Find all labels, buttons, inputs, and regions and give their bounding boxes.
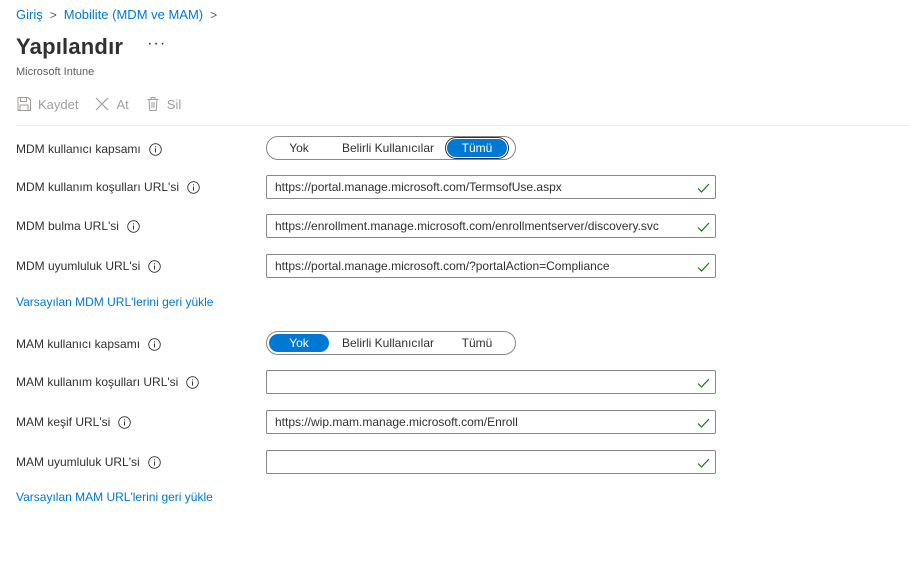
mam-discovery-input[interactable] xyxy=(267,412,695,432)
mdm-scope-option-some[interactable]: Belirli Kullanıcılar xyxy=(329,139,447,157)
close-icon xyxy=(96,97,109,111)
restore-mdm-urls-link[interactable]: Varsayılan MDM URL'lerini geri yükle xyxy=(16,295,213,309)
mam-compliance-row: MAM uyumluluk URL'si xyxy=(16,450,161,474)
mdm-terms-input[interactable] xyxy=(267,177,695,197)
mam-terms-label: MAM kullanım koşulları URL'si xyxy=(16,375,179,389)
discard-label: At xyxy=(116,96,129,112)
checkmark-icon xyxy=(697,260,710,278)
discard-button[interactable]: At xyxy=(94,96,129,112)
mam-terms-row: MAM kullanım koşulları URL'si xyxy=(16,370,200,394)
mdm-terms-label: MDM kullanım koşulları URL'si xyxy=(16,180,179,194)
delete-label: Sil xyxy=(166,96,182,112)
more-options-button[interactable]: ··· xyxy=(147,35,166,59)
info-icon[interactable] xyxy=(148,142,162,156)
info-icon[interactable] xyxy=(187,180,200,194)
mdm-compliance-input[interactable] xyxy=(267,256,695,276)
mdm-discovery-label: MDM bulma URL'si xyxy=(16,219,119,233)
mdm-terms-row: MDM kullanım koşulları URL'si xyxy=(16,175,200,199)
breadcrumb-mobility[interactable]: Mobilite (MDM ve MAM) xyxy=(64,7,203,22)
mam-scope-row: MAM kullanıcı kapsamı xyxy=(16,332,161,356)
page-title: Yapılandır xyxy=(16,34,124,59)
save-icon xyxy=(17,97,31,111)
mam-discovery-label: MAM keşif URL'si xyxy=(16,415,111,429)
checkmark-icon xyxy=(697,416,710,434)
info-icon[interactable] xyxy=(148,259,162,273)
command-bar: Kaydet At Sil xyxy=(16,96,197,112)
save-label: Kaydet xyxy=(38,96,79,112)
trash-icon xyxy=(147,97,159,111)
mdm-discovery-field[interactable] xyxy=(266,214,716,238)
mdm-scope-row: MDM kullanıcı kapsamı xyxy=(16,137,162,161)
checkmark-icon xyxy=(697,376,710,394)
mdm-compliance-row: MDM uyumluluk URL'si xyxy=(16,254,162,278)
mam-discovery-row: MAM keşif URL'si xyxy=(16,410,132,434)
mdm-scope-label: MDM kullanıcı kapsamı xyxy=(16,142,141,156)
mam-scope-option-none[interactable]: Yok xyxy=(269,334,329,352)
info-icon[interactable] xyxy=(118,415,132,429)
mdm-compliance-label: MDM uyumluluk URL'si xyxy=(16,259,141,273)
mam-compliance-input[interactable] xyxy=(267,452,695,472)
mdm-scope-toggle[interactable]: Yok Belirli Kullanıcılar Tümü xyxy=(266,136,516,160)
breadcrumb-home[interactable]: Giriş xyxy=(16,7,43,22)
mam-scope-label: MAM kullanıcı kapsamı xyxy=(16,337,141,351)
mdm-compliance-field[interactable] xyxy=(266,254,716,278)
mam-compliance-field[interactable] xyxy=(266,450,716,474)
chevron-right-icon: > xyxy=(210,7,218,22)
page-subtitle: Microsoft Intune xyxy=(16,66,95,78)
info-icon[interactable] xyxy=(147,455,161,469)
mdm-terms-field[interactable] xyxy=(266,175,716,199)
configure-page: Giriş > Mobilite (MDM ve MAM) > Yapıland… xyxy=(0,0,909,583)
mam-scope-option-some[interactable]: Belirli Kullanıcılar xyxy=(329,334,447,352)
checkmark-icon xyxy=(697,456,710,474)
checkmark-icon xyxy=(697,220,710,238)
info-icon[interactable] xyxy=(186,375,200,389)
save-button[interactable]: Kaydet xyxy=(16,96,78,112)
mam-scope-option-all[interactable]: Tümü xyxy=(447,334,507,352)
restore-mam-urls-link[interactable]: Varsayılan MAM URL'lerini geri yükle xyxy=(16,490,213,504)
mdm-discovery-input[interactable] xyxy=(267,216,695,236)
breadcrumb: Giriş > Mobilite (MDM ve MAM) > xyxy=(16,7,224,22)
info-icon[interactable] xyxy=(127,219,140,233)
mam-scope-toggle[interactable]: Yok Belirli Kullanıcılar Tümü xyxy=(266,331,516,355)
info-icon[interactable] xyxy=(148,337,161,351)
mdm-scope-option-none[interactable]: Yok xyxy=(269,139,329,157)
title-row: Yapılandır ··· xyxy=(16,34,166,60)
mdm-discovery-row: MDM bulma URL'si xyxy=(16,214,140,238)
chevron-right-icon: > xyxy=(49,7,57,22)
checkmark-icon xyxy=(697,181,710,199)
mam-terms-field[interactable] xyxy=(266,370,716,394)
mdm-scope-option-all[interactable]: Tümü xyxy=(447,139,507,157)
toolbar-divider xyxy=(16,125,909,126)
mam-terms-input[interactable] xyxy=(267,372,695,392)
mam-compliance-label: MAM uyumluluk URL'si xyxy=(16,455,140,469)
mam-discovery-field[interactable] xyxy=(266,410,716,434)
delete-button[interactable]: Sil xyxy=(145,96,181,112)
